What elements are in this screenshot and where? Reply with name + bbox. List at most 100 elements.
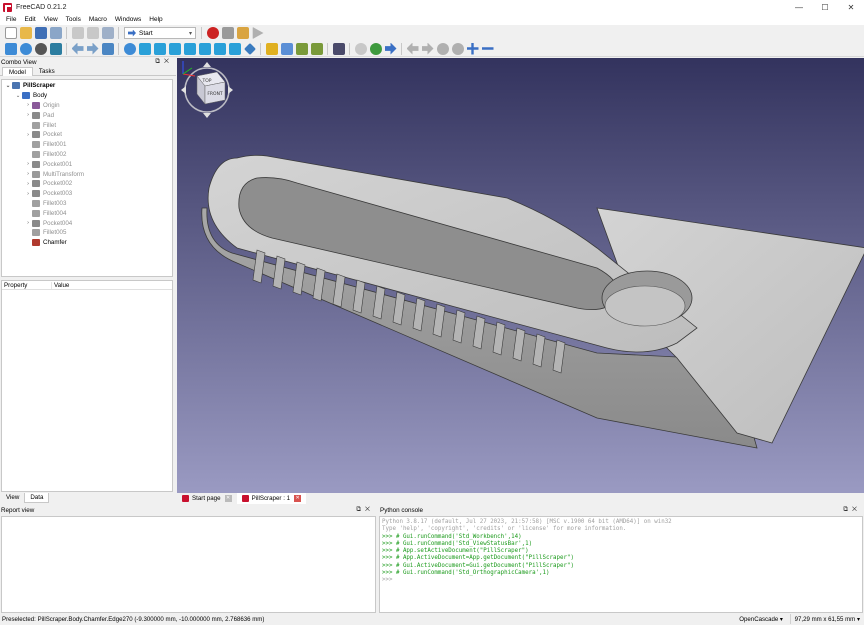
tab-tasks[interactable]: Tasks	[33, 67, 61, 76]
expand-arrow-icon[interactable]: ›	[24, 171, 32, 177]
tree-item[interactable]: › Pocket003	[24, 189, 72, 199]
web-go-icon[interactable]	[384, 42, 397, 55]
tree-item[interactable]: Chamfer	[24, 238, 67, 248]
dock-float-close-icons[interactable]: ⧉✕	[843, 506, 861, 514]
tree-item[interactable]: › Pad	[24, 110, 54, 120]
fit-selection-icon[interactable]	[19, 42, 32, 55]
close-icon[interactable]: ✕	[294, 495, 302, 502]
tab-start-page[interactable]: Start page ✕	[177, 493, 237, 504]
bounding-box-icon[interactable]	[49, 42, 62, 55]
menu-macro[interactable]: Macro	[85, 16, 111, 23]
record-macro-icon[interactable]	[206, 27, 219, 39]
tab-view[interactable]: View	[1, 493, 24, 503]
expand-arrow-icon[interactable]: ›	[24, 181, 32, 187]
isometric-view-icon[interactable]	[138, 42, 151, 55]
tab-pillscraper[interactable]: PillScraper : 1 ✕	[236, 493, 307, 504]
top-view-icon[interactable]	[168, 42, 181, 55]
web-refresh-icon[interactable]	[436, 42, 449, 55]
whats-this-icon[interactable]	[332, 42, 345, 55]
minimize-button[interactable]: —	[786, 0, 812, 14]
create-part-icon[interactable]	[265, 42, 278, 55]
front-view-icon[interactable]	[153, 42, 166, 55]
zoom-in-icon[interactable]	[466, 42, 479, 55]
redo-icon[interactable]	[86, 27, 99, 39]
tree-item[interactable]: ⌄ Body	[14, 91, 47, 101]
expand-arrow-icon[interactable]: ›	[24, 132, 32, 138]
close-button[interactable]: ✕	[838, 0, 864, 14]
report-output[interactable]	[1, 516, 376, 613]
expand-arrow-icon[interactable]: ›	[24, 102, 32, 108]
expand-arrow-icon[interactable]: ›	[24, 220, 32, 226]
expand-arrow-icon[interactable]: ›	[24, 112, 32, 118]
web-forward-icon[interactable]	[421, 42, 434, 55]
menu-view[interactable]: View	[40, 16, 62, 23]
make-link-icon[interactable]	[295, 42, 308, 55]
tree-item[interactable]: › Pocket001	[24, 159, 72, 169]
zoom-icon[interactable]	[123, 42, 136, 55]
property-column-header[interactable]: Property	[2, 281, 52, 289]
3d-viewport[interactable]: TOP FRONT	[177, 58, 864, 493]
menu-windows[interactable]: Windows	[111, 16, 145, 23]
refresh-icon[interactable]	[101, 27, 114, 39]
dock-float-close-icons[interactable]: ⧉✕	[155, 58, 173, 66]
value-column-header[interactable]: Value	[52, 282, 69, 289]
stop-macro-icon[interactable]	[221, 27, 234, 39]
navcube-down-arrow-icon[interactable]	[203, 113, 211, 118]
tree-item[interactable]: Fillet004	[24, 208, 66, 218]
link-actions-icon[interactable]	[310, 42, 323, 55]
tree-item[interactable]: ⌄ PillScraper	[4, 81, 55, 91]
tree-item[interactable]: › Origin	[24, 101, 60, 111]
dock-float-close-icons[interactable]: ⧉✕	[356, 506, 374, 514]
zoom-out-icon[interactable]	[481, 47, 494, 50]
tree-item[interactable]: › Pocket002	[24, 179, 72, 189]
forward-arrow-icon[interactable]	[86, 42, 99, 55]
macros-icon[interactable]	[236, 27, 249, 39]
execute-macro-icon[interactable]	[252, 27, 264, 39]
tree-item[interactable]: Fillet001	[24, 140, 66, 150]
bottom-view-icon[interactable]	[213, 42, 226, 55]
web-stop-icon[interactable]	[354, 42, 367, 55]
web-home-icon[interactable]	[369, 42, 382, 55]
save-icon[interactable]	[34, 27, 47, 39]
navigation-style-selector[interactable]: OpenCascade ▾	[736, 614, 786, 624]
undo-icon[interactable]	[71, 27, 84, 39]
tab-model[interactable]: Model	[2, 67, 33, 76]
navcube-left-arrow-icon[interactable]	[181, 86, 186, 94]
measure-distance-icon[interactable]	[243, 42, 256, 55]
draw-style-icon[interactable]	[34, 42, 47, 55]
navcube-right-arrow-icon[interactable]	[228, 86, 233, 94]
tree-item[interactable]: › Pocket004	[24, 218, 72, 228]
expand-arrow-icon[interactable]: ›	[24, 191, 32, 197]
tree-item[interactable]: Fillet002	[24, 150, 66, 160]
tree-item[interactable]: Fillet005	[24, 228, 66, 238]
menu-edit[interactable]: Edit	[20, 16, 39, 23]
maximize-button[interactable]: ☐	[812, 0, 838, 14]
tree-item[interactable]: › Pocket	[24, 130, 62, 140]
tree-item[interactable]: Fillet003	[24, 199, 66, 209]
web-stop-loading-icon[interactable]	[451, 42, 464, 55]
pill-scraper-model[interactable]	[177, 58, 864, 493]
close-icon[interactable]: ✕	[224, 495, 232, 502]
save-as-icon[interactable]	[49, 27, 62, 39]
expand-arrow-icon[interactable]: ⌄	[14, 93, 22, 99]
expand-arrow-icon[interactable]: ›	[24, 161, 32, 167]
menu-tools[interactable]: Tools	[62, 16, 85, 23]
navcube-top-label[interactable]: TOP	[201, 78, 211, 84]
fit-all-icon[interactable]	[4, 42, 17, 55]
menu-file[interactable]: File	[2, 16, 20, 23]
navcube-up-arrow-icon[interactable]	[203, 62, 211, 67]
menu-help[interactable]: Help	[145, 16, 166, 23]
rear-view-icon[interactable]	[198, 42, 211, 55]
navcube-front-label[interactable]: FRONT	[207, 91, 223, 97]
web-back-icon[interactable]	[406, 42, 419, 55]
new-document-icon[interactable]	[4, 27, 17, 39]
tab-data[interactable]: Data	[24, 493, 50, 503]
open-folder-icon[interactable]	[19, 27, 32, 39]
workbench-selector[interactable]: Start ▾	[124, 27, 196, 39]
dimension-readout[interactable]: 97,29 mm x 61,55 mm ▾	[789, 614, 860, 624]
left-view-icon[interactable]	[228, 42, 241, 55]
console-output[interactable]: Python 3.8.17 (default, Jul 27 2023, 21:…	[379, 516, 863, 613]
expand-arrow-icon[interactable]: ⌄	[4, 83, 12, 89]
right-view-icon[interactable]	[183, 42, 196, 55]
create-group-icon[interactable]	[280, 42, 293, 55]
